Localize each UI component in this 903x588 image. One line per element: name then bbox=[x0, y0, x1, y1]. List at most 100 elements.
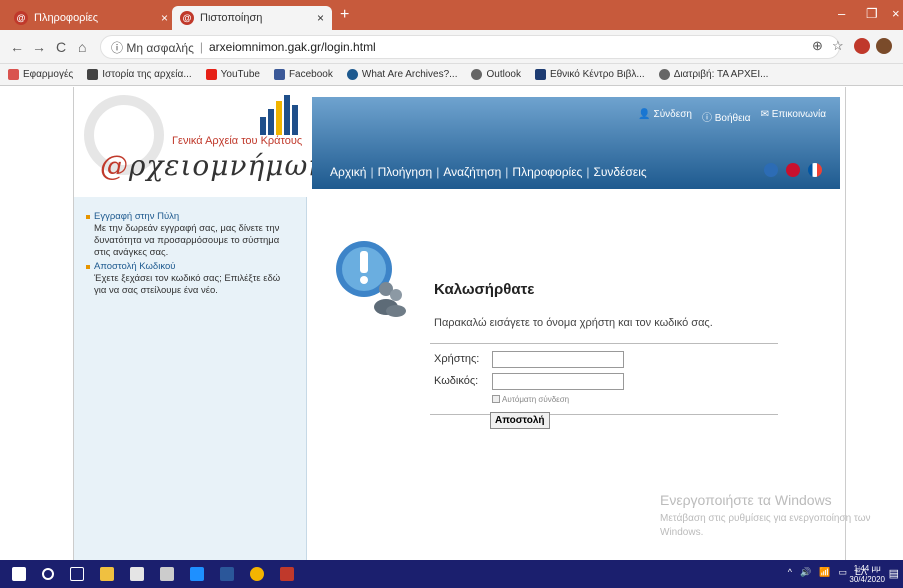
app-icon[interactable] bbox=[160, 567, 174, 581]
site-favicon-icon: @ bbox=[14, 11, 28, 25]
acrobat-icon[interactable] bbox=[280, 567, 294, 581]
greek-flag-icon[interactable] bbox=[764, 163, 778, 177]
home-icon[interactable]: ⌂ bbox=[78, 39, 86, 55]
task-view-icon[interactable] bbox=[70, 567, 84, 581]
logo-bars-icon bbox=[260, 95, 298, 135]
site-favicon-icon: @ bbox=[180, 11, 194, 25]
chevron-up-icon[interactable]: ^ bbox=[788, 567, 792, 578]
site-logo[interactable]: Γενικά Αρχεία του Κράτους @ρχειομνήμων bbox=[74, 87, 325, 197]
back-arrow-icon[interactable]: ← bbox=[10, 39, 24, 55]
forward-arrow-icon[interactable]: → bbox=[32, 39, 46, 55]
site-container: Γενικά Αρχεία του Κράτους @ρχειομνήμων 👤… bbox=[73, 87, 846, 560]
close-tab-icon[interactable]: × bbox=[317, 11, 324, 25]
search-icon[interactable] bbox=[42, 568, 54, 580]
network-icon[interactable]: 📶 bbox=[819, 567, 830, 578]
bookmark-thesis[interactable]: Διατριβή: ΤΑ ΑΡΧΕΙ... bbox=[658, 69, 768, 80]
globe-icon bbox=[658, 69, 670, 80]
contact-link[interactable]: ✉ Επικοινωνία bbox=[761, 109, 826, 124]
apps-grid-icon bbox=[8, 69, 19, 80]
username-input[interactable] bbox=[492, 350, 624, 368]
file-explorer-icon[interactable] bbox=[100, 567, 114, 581]
login-instructions: Παρακαλώ εισάγετε το όνομα χρήστη και το… bbox=[434, 317, 713, 329]
page-title: Καλωσήρθατε bbox=[434, 281, 535, 298]
username-label: Χρήστης: bbox=[434, 353, 480, 365]
tab-login[interactable]: @ Πιστοποίηση × bbox=[172, 6, 332, 30]
windows-activation-watermark: Ενεργοποιήστε τα Windows Μετάβαση στις ρ… bbox=[660, 492, 880, 540]
bookmark-outlook[interactable]: Outlook bbox=[471, 69, 521, 80]
top-links: 👤 Σύνδεση ⓘ Βοήθεια ✉ Επικοινωνία bbox=[638, 109, 826, 124]
extension-icon[interactable] bbox=[854, 38, 870, 54]
address-bar: ← → C ⌂ ⓘ Μη ασφαλής | arxeiomnimon.gak.… bbox=[0, 30, 903, 64]
watermark-subtitle: Μετάβαση στις ρυθμίσεις για ενεργοποίηση… bbox=[660, 513, 871, 538]
clock[interactable]: 1:44 μμ 30/4/2020 bbox=[849, 563, 885, 585]
url-input[interactable]: ⓘ Μη ασφαλής | arxeiomnimon.gak.gr/login… bbox=[100, 35, 840, 59]
avatar[interactable] bbox=[876, 38, 892, 54]
menu-home[interactable]: Αρχική bbox=[330, 165, 366, 179]
store-icon[interactable] bbox=[130, 567, 144, 581]
login-form: Χρήστης: Κωδικός: Αυτόματη σύνδεση bbox=[430, 343, 778, 415]
windows-taskbar: ^ 🔊 📶 ▭ ΕΛ 1:44 μμ 30/4/2020 ▤ bbox=[0, 560, 903, 588]
facebook-icon bbox=[273, 69, 285, 80]
bookmark-youtube[interactable]: YouTube bbox=[205, 69, 260, 80]
french-flag-icon[interactable] bbox=[808, 163, 822, 177]
url-text: arxeiomnimon.gak.gr/login.html bbox=[208, 40, 376, 54]
close-window-icon[interactable]: × bbox=[892, 6, 900, 21]
bookmark-ekt[interactable]: Εθνικό Κέντρο Βιβλ... bbox=[534, 69, 645, 80]
new-tab-button[interactable]: + bbox=[340, 6, 349, 24]
maximize-icon[interactable]: ❐ bbox=[866, 6, 878, 22]
watermark-title: Ενεργοποιήστε τα Windows bbox=[660, 492, 832, 508]
bookmark-favicon-icon bbox=[87, 69, 99, 80]
auto-login-checkbox[interactable]: Αυτόματη σύνδεση bbox=[430, 392, 778, 406]
tab-title: Πιστοποίηση bbox=[200, 12, 263, 24]
logo-org-name: Γενικά Αρχεία του Κράτους bbox=[172, 135, 303, 147]
auto-login-label: Αυτόματη σύνδεση bbox=[502, 394, 570, 404]
volume-icon[interactable]: 🔊 bbox=[800, 567, 811, 578]
close-tab-icon[interactable]: × bbox=[161, 11, 168, 25]
word-icon[interactable] bbox=[220, 567, 234, 581]
reload-icon[interactable]: C bbox=[56, 39, 66, 55]
url-separator: | bbox=[199, 40, 203, 54]
menu-search[interactable]: Αναζήτηση bbox=[443, 165, 501, 179]
battery-icon[interactable]: ▭ bbox=[838, 567, 847, 578]
youtube-icon bbox=[205, 69, 217, 80]
password-input[interactable] bbox=[492, 372, 624, 390]
menu-links[interactable]: Συνδέσεις bbox=[593, 165, 646, 179]
web-page: Γενικά Αρχεία του Κράτους @ρχειομνήμων 👤… bbox=[0, 87, 903, 560]
tab-title: Πληροφορίες bbox=[34, 12, 99, 24]
notifications-icon[interactable]: ▤ bbox=[889, 567, 899, 580]
tab-info[interactable]: @ Πληροφορίες × bbox=[6, 6, 176, 30]
minimize-icon[interactable]: – bbox=[838, 6, 845, 21]
bookmark-star-icon[interactable]: ☆ bbox=[832, 38, 844, 54]
edge-icon[interactable] bbox=[190, 567, 204, 581]
menu-info[interactable]: Πληροφορίες bbox=[512, 165, 582, 179]
bookmark-archives[interactable]: What Are Archives?... bbox=[346, 69, 457, 80]
sidebar: Εγγραφή στην Πύλη Με την δωρεάν εγγραφή … bbox=[74, 197, 307, 560]
main-menu: Αρχική | Πλοήγηση | Αναζήτηση | Πληροφορίες | Συ… bbox=[330, 165, 647, 179]
password-label: Κωδικός: bbox=[434, 375, 479, 387]
submit-button[interactable]: Αποστολή bbox=[490, 412, 550, 429]
browser-titlebar: @ Πληροφορίες × @ Πιστοποίηση × + – ❐ × bbox=[0, 0, 903, 30]
menu-browse[interactable]: Πλοήγηση bbox=[378, 165, 433, 179]
chrome-icon[interactable] bbox=[250, 567, 264, 581]
bookmark-favicon-icon bbox=[346, 69, 358, 80]
bookmark-history[interactable]: Ιστορία της αρχεία... bbox=[87, 69, 192, 80]
zoom-icon[interactable]: ⊕ bbox=[812, 38, 823, 54]
send-password-desc: Έχετε ξεχάσει τον κωδικό σας; Επιλέξτε ε… bbox=[94, 273, 281, 296]
bookmark-apps[interactable]: Εφαρμογές bbox=[8, 69, 73, 80]
help-link[interactable]: ⓘ Βοήθεια bbox=[702, 109, 751, 124]
register-link[interactable]: Εγγραφή στην Πύλη bbox=[86, 211, 294, 223]
site-header-banner: 👤 Σύνδεση ⓘ Βοήθεια ✉ Επικοινωνία Αρχική… bbox=[312, 97, 840, 189]
language-selector bbox=[764, 163, 822, 177]
bookmark-favicon-icon bbox=[534, 69, 546, 80]
bookmark-facebook[interactable]: Facebook bbox=[273, 69, 333, 80]
globe-icon bbox=[471, 69, 483, 80]
uk-flag-icon[interactable] bbox=[786, 163, 800, 177]
send-password-link[interactable]: Αποστολή Κωδικού bbox=[86, 261, 294, 273]
register-desc: Με την δωρεάν εγγραφή σας, μας δίνετε τη… bbox=[94, 223, 280, 258]
users-chat-icon bbox=[336, 241, 406, 317]
bookmarks-bar: Εφαρμογές Ιστορία της αρχεία... YouTube … bbox=[0, 64, 903, 86]
security-indicator[interactable]: ⓘ Μη ασφαλής bbox=[111, 39, 194, 56]
logo-wordmark: @ρχειομνήμων bbox=[100, 149, 327, 182]
login-link[interactable]: 👤 Σύνδεση bbox=[638, 109, 692, 124]
windows-start-icon[interactable] bbox=[12, 567, 26, 581]
